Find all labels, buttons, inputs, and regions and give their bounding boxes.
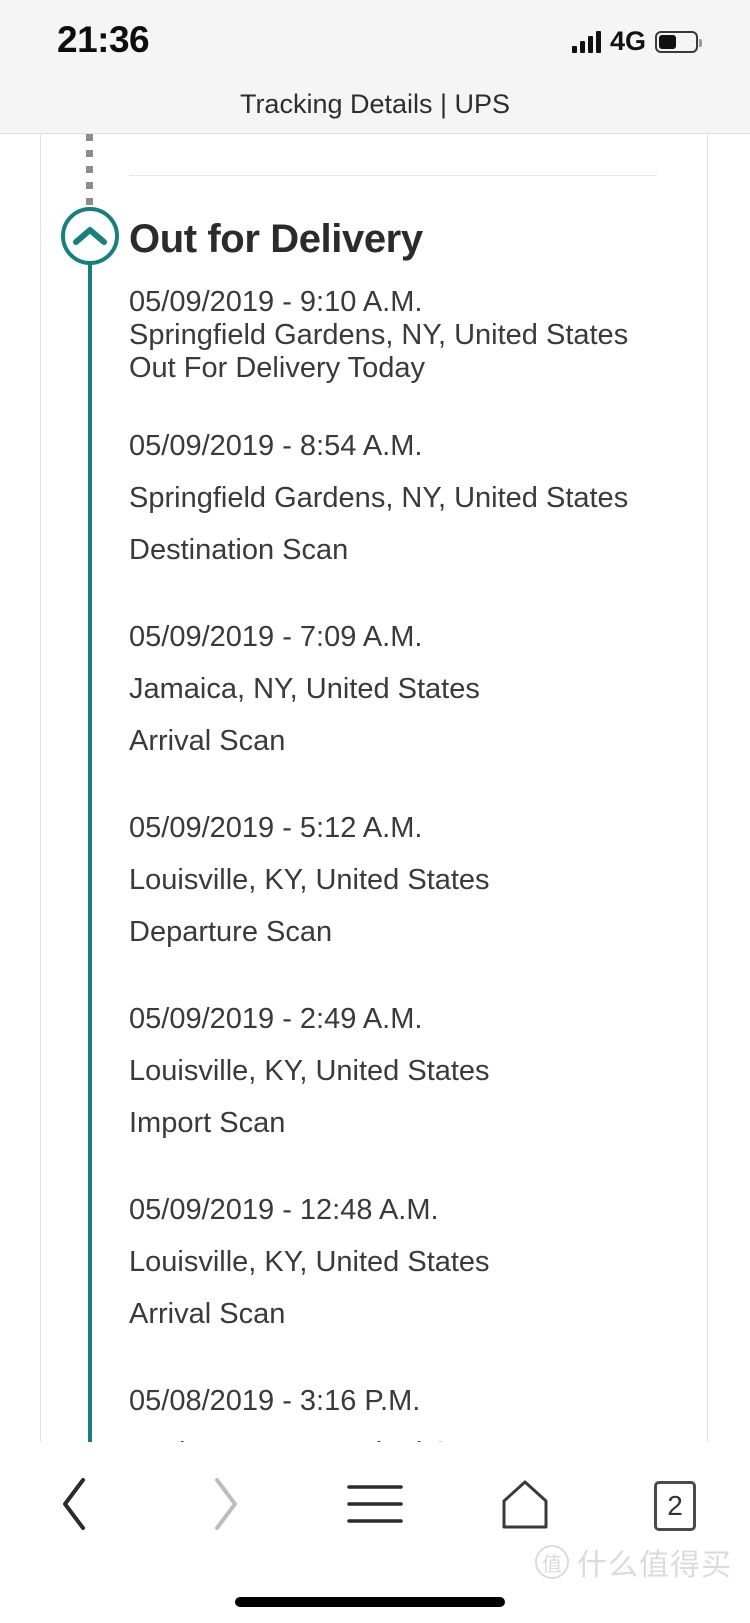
tracking-event[interactable]: 05/09/2019 - 8:54 A.M. Springfield Garde… bbox=[129, 420, 689, 576]
event-activity: Arrival Scan bbox=[129, 725, 286, 757]
tracking-event[interactable]: 05/09/2019 - 2:49 A.M. Louisville, KY, U… bbox=[129, 993, 689, 1149]
event-activity: Arrival Scan bbox=[129, 1298, 286, 1330]
web-content-viewport[interactable]: Out for Delivery 05/09/2019 - 9:10 A.M. … bbox=[0, 134, 750, 1442]
menu-button[interactable] bbox=[300, 1458, 450, 1554]
battery-fill bbox=[659, 34, 676, 49]
event-activity: Out For Delivery Today bbox=[129, 352, 426, 384]
event-activity: Import Scan bbox=[129, 1107, 286, 1139]
browser-bottom-toolbar: 2 bbox=[0, 1442, 750, 1623]
battery-icon bbox=[655, 30, 702, 53]
browser-title-bar[interactable]: Tracking Details | UPS bbox=[0, 75, 750, 134]
timeline-rail-solid bbox=[87, 253, 92, 1442]
tracking-event[interactable]: 05/09/2019 - 7:09 A.M. Jamaica, NY, Unit… bbox=[129, 611, 689, 767]
event-datetime: 05/09/2019 - 2:49 A.M. bbox=[129, 1003, 423, 1035]
event-location: Springfield Gardens, NY, United States bbox=[129, 482, 629, 514]
tracking-card: Out for Delivery 05/09/2019 - 9:10 A.M. … bbox=[40, 134, 708, 1442]
status-bar: 21:36 4G bbox=[0, 0, 750, 75]
tracking-event-current[interactable]: 05/09/2019 - 9:10 A.M. Springfield Garde… bbox=[129, 286, 689, 385]
hamburger-menu-icon bbox=[346, 1482, 404, 1531]
watermark-badge: 值 bbox=[535, 1545, 569, 1579]
timeline-rail-dashed bbox=[86, 134, 93, 214]
chevron-left-icon bbox=[58, 1476, 92, 1537]
event-location: Anchorage, AK, United States bbox=[129, 1427, 689, 1442]
watermark-text: 什么值得买 bbox=[577, 1549, 732, 1582]
event-location: Louisville, KY, United States bbox=[129, 1246, 490, 1278]
home-icon bbox=[498, 1479, 552, 1534]
event-datetime: 05/09/2019 - 7:09 A.M. bbox=[129, 621, 423, 653]
event-location: Springfield Gardens, NY, United States bbox=[129, 319, 629, 351]
page-title: Tracking Details | UPS bbox=[239, 88, 511, 119]
event-datetime: 05/08/2019 - 3:16 P.M. bbox=[129, 1385, 421, 1417]
chevron-right-icon bbox=[208, 1476, 242, 1537]
status-time: 21:36 bbox=[57, 19, 150, 60]
event-datetime: 05/09/2019 - 9:10 A.M. bbox=[129, 286, 423, 318]
tracking-event[interactable]: 05/09/2019 - 5:12 A.M. Louisville, KY, U… bbox=[129, 802, 689, 958]
network-type-label: 4G bbox=[609, 26, 646, 56]
status-heading: Out for Delivery bbox=[129, 217, 423, 261]
forward-button[interactable] bbox=[150, 1458, 300, 1554]
back-button[interactable] bbox=[0, 1458, 150, 1554]
signal-bars-icon bbox=[571, 30, 601, 53]
tab-count-badge: 2 bbox=[654, 1481, 696, 1531]
event-datetime: 05/09/2019 - 12:48 A.M. bbox=[129, 1194, 439, 1226]
status-indicators: 4G bbox=[571, 26, 702, 56]
timeline-status-node[interactable] bbox=[61, 207, 119, 265]
tracking-event[interactable]: 05/08/2019 - 3:16 P.M. Anchorage, AK, Un… bbox=[129, 1375, 689, 1442]
event-activity: Departure Scan bbox=[129, 916, 333, 948]
event-datetime: 05/09/2019 - 8:54 A.M. bbox=[129, 430, 423, 462]
watermark: 值 什么值得买 bbox=[535, 1540, 732, 1584]
chevron-up-icon bbox=[73, 225, 107, 247]
event-location: Louisville, KY, United States bbox=[129, 864, 490, 896]
home-indicator[interactable] bbox=[235, 1597, 505, 1607]
event-activity: Destination Scan bbox=[129, 534, 349, 566]
event-datetime: 05/09/2019 - 5:12 A.M. bbox=[129, 812, 423, 844]
tracking-events-column: Out for Delivery 05/09/2019 - 9:10 A.M. … bbox=[129, 134, 689, 1442]
tracking-event[interactable]: 05/09/2019 - 12:48 A.M. Louisville, KY, … bbox=[129, 1184, 689, 1340]
event-location: Louisville, KY, United States bbox=[129, 1055, 490, 1087]
event-location: Jamaica, NY, United States bbox=[129, 673, 480, 705]
